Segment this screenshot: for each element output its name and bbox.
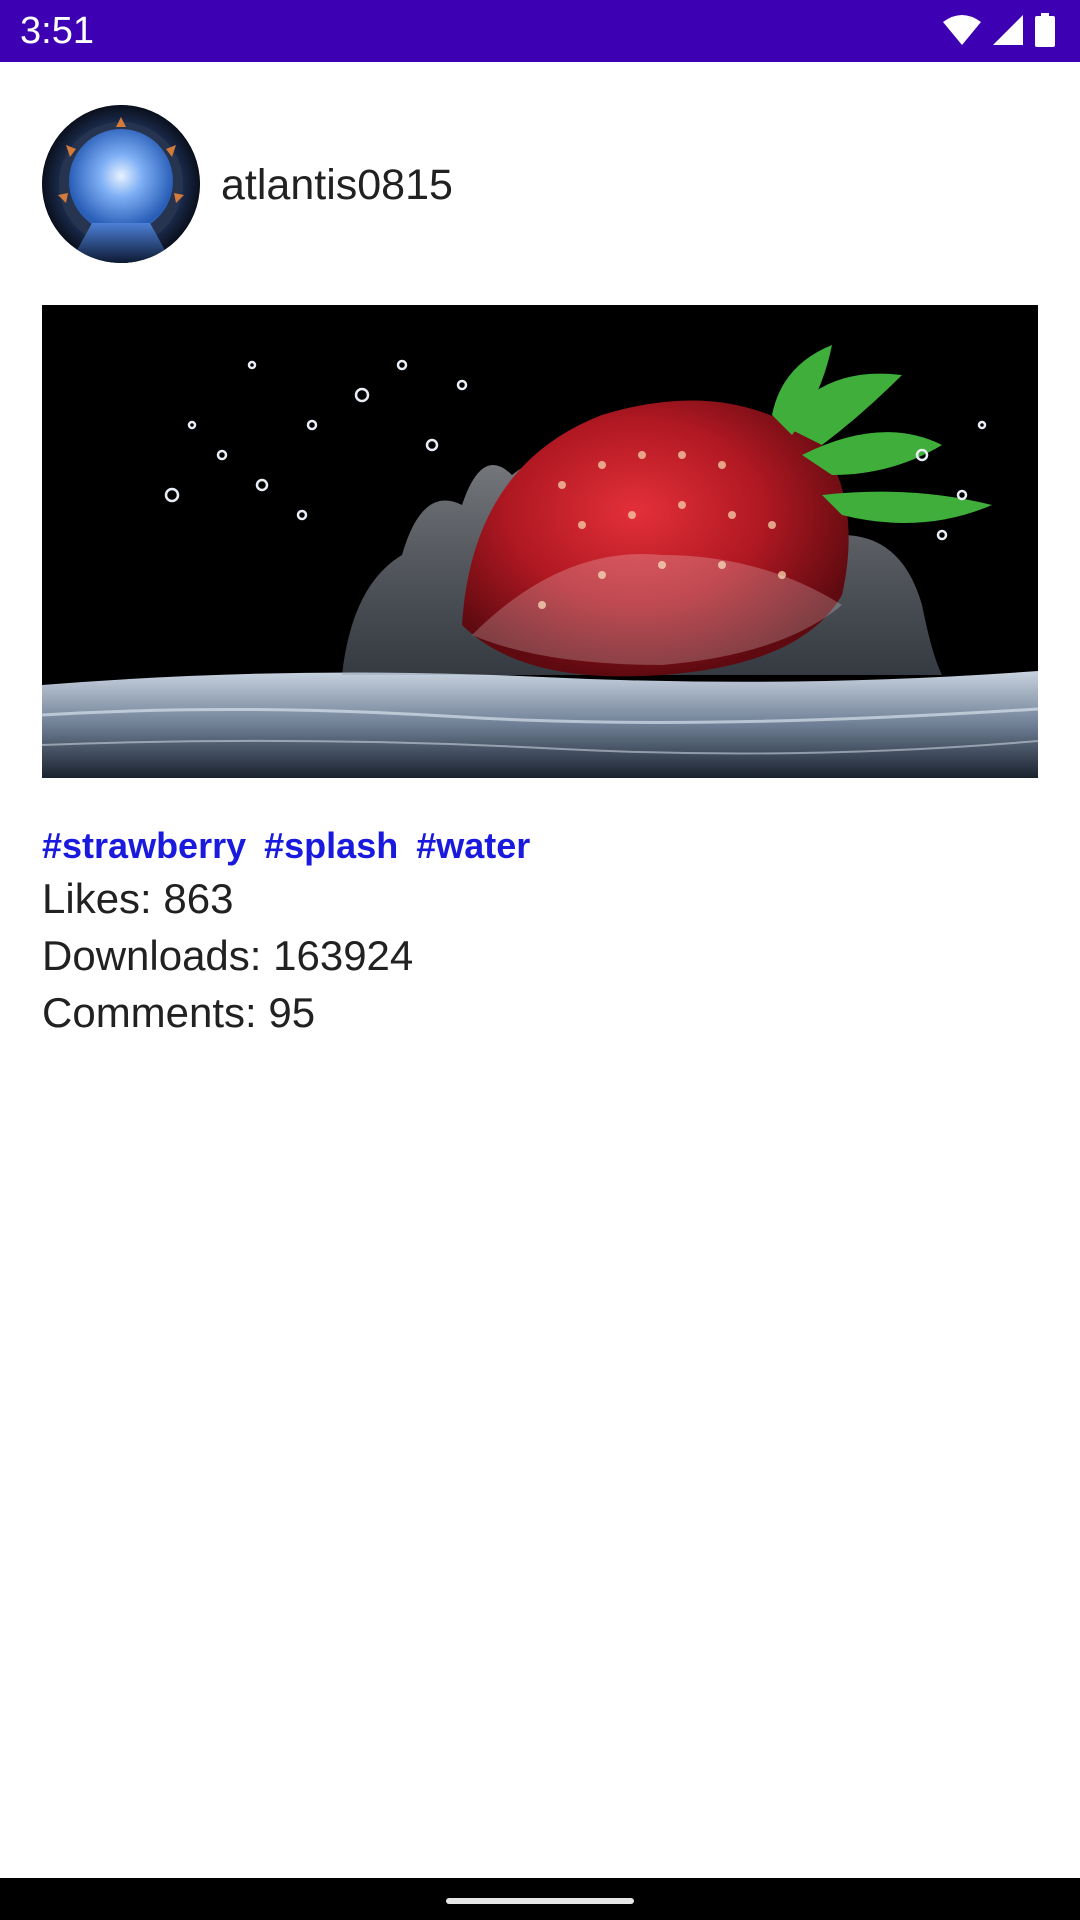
avatar[interactable] bbox=[42, 105, 200, 263]
wifi-icon bbox=[942, 14, 982, 46]
stargate-avatar-icon bbox=[42, 105, 200, 263]
username[interactable]: atlantis0815 bbox=[221, 160, 453, 210]
tag-water[interactable]: #water bbox=[416, 825, 530, 866]
cellular-signal-icon bbox=[992, 14, 1024, 46]
downloads-count: Downloads: 163924 bbox=[42, 932, 414, 979]
hashtags: #strawberry #splash #water bbox=[42, 825, 538, 867]
strawberry-splash-photo-icon bbox=[42, 305, 1038, 778]
tag-strawberry[interactable]: #strawberry bbox=[42, 825, 246, 866]
battery-icon bbox=[1034, 13, 1056, 47]
post-image[interactable] bbox=[42, 305, 1038, 778]
navigation-bar bbox=[0, 1878, 1080, 1920]
tag-splash[interactable]: #splash bbox=[264, 825, 398, 866]
likes-count: Likes: 863 bbox=[42, 875, 234, 922]
status-bar: 3:51 bbox=[0, 0, 1080, 62]
home-indicator[interactable] bbox=[446, 1898, 634, 1904]
status-time: 3:51 bbox=[20, 10, 94, 52]
comments-count: Comments: 95 bbox=[42, 989, 316, 1036]
status-icons bbox=[942, 12, 1056, 48]
